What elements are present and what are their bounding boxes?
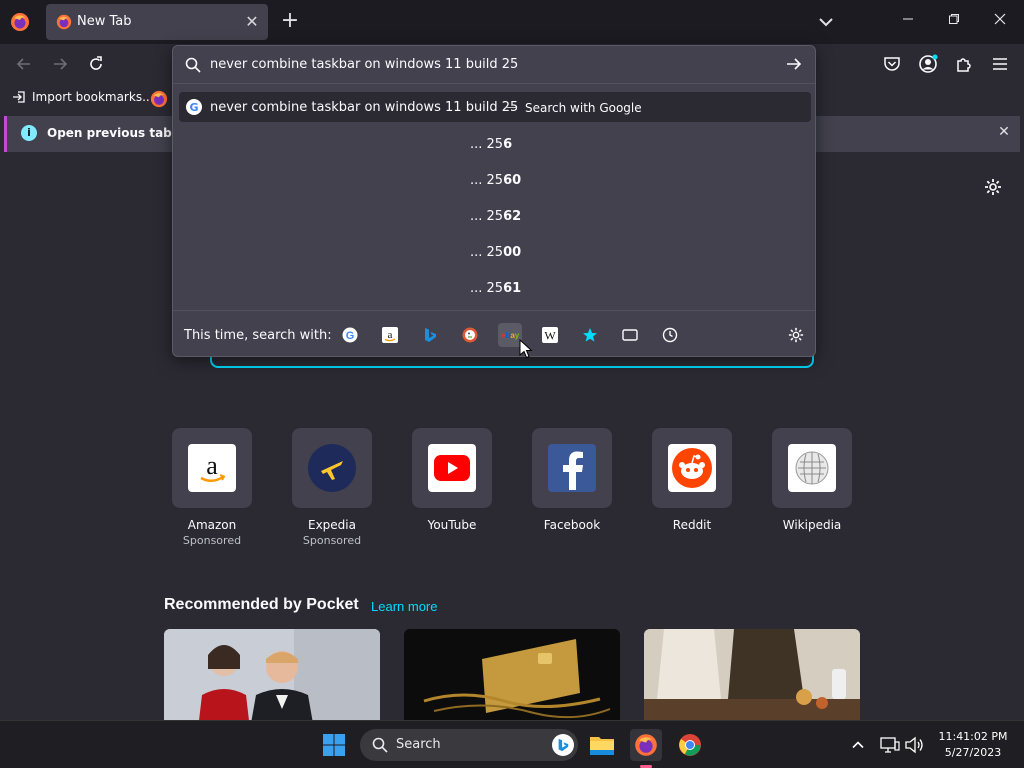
learn-more-link[interactable]: Learn more: [371, 599, 437, 614]
import-icon: [13, 91, 25, 103]
svg-text:ebay: ebay: [501, 331, 519, 340]
url-input[interactable]: never combine taskbar on windows 11 buil…: [210, 57, 518, 72]
taskbar-search-box[interactable]: Search: [360, 729, 578, 761]
top-site-facebook[interactable]: Facebook: [522, 428, 622, 532]
suggestion-item[interactable]: ... 2562: [470, 209, 590, 224]
volume-icon[interactable]: [898, 729, 930, 761]
suggestion-action-hint: Search with Google: [525, 101, 642, 115]
svg-text:W: W: [544, 329, 556, 343]
one-off-search-bar: This time, search with: G a ebay W: [173, 310, 815, 356]
top-site-wikipedia[interactable]: Wikipedia: [762, 428, 862, 532]
people-photo: [164, 629, 380, 720]
personalize-gear-icon[interactable]: [984, 178, 1002, 196]
url-bar[interactable]: never combine taskbar on windows 11 buil…: [173, 46, 815, 84]
top-site-reddit[interactable]: Reddit: [642, 428, 742, 532]
clock-time: 11:41:02 PM: [938, 730, 1008, 743]
top-site-expedia[interactable]: Expedia Sponsored: [282, 428, 382, 547]
svg-text:a: a: [206, 451, 218, 480]
search-icon: [372, 737, 388, 757]
firefox-view-icon[interactable]: [8, 10, 32, 34]
gold-card-photo: [404, 629, 620, 720]
windows-taskbar: Search 11:41:02 PM 5/27/2023: [0, 720, 1024, 768]
sponsored-label: Sponsored: [182, 534, 242, 547]
suggestion-item[interactable]: ... 2500: [470, 245, 590, 260]
tab-strip: New Tab ✕ +: [0, 0, 1024, 44]
pocket-card[interactable]: [164, 629, 380, 720]
import-bookmarks-label: Import bookmarks...: [32, 90, 154, 104]
firefox-bookmark-icon[interactable]: [150, 90, 168, 108]
menu-icon[interactable]: [988, 52, 1012, 76]
suggestion-separator: —: [505, 100, 517, 114]
bookmarks-star-icon[interactable]: [578, 323, 602, 347]
windows-start-icon[interactable]: [318, 729, 350, 761]
tab-title: New Tab: [77, 14, 132, 29]
system-clock[interactable]: 11:41:02 PM 5/27/2023: [930, 729, 1016, 761]
bing-icon: [552, 734, 574, 756]
pocket-card[interactable]: [404, 629, 620, 720]
reddit-icon: [668, 444, 716, 492]
forward-icon[interactable]: [48, 52, 72, 76]
minimize-button[interactable]: [888, 6, 928, 36]
go-arrow-icon[interactable]: [785, 56, 805, 74]
reload-icon[interactable]: [84, 52, 108, 76]
top-site-amazon[interactable]: a Amazon Sponsored: [162, 428, 262, 547]
chevron-down-icon[interactable]: [814, 10, 838, 34]
top-site-youtube[interactable]: YouTube: [402, 428, 502, 532]
facebook-icon: [548, 444, 596, 492]
file-explorer-icon[interactable]: [586, 729, 618, 761]
duckduckgo-icon[interactable]: [458, 323, 482, 347]
close-notification-icon[interactable]: ✕: [995, 124, 1013, 142]
youtube-icon: [428, 444, 476, 492]
info-icon: i: [21, 125, 37, 141]
suggestion-item[interactable]: ... 2561: [470, 281, 590, 296]
amazon-icon: a: [188, 444, 236, 492]
google-icon: G: [186, 99, 202, 115]
one-off-label: This time, search with:: [184, 328, 332, 343]
top-site-name: YouTube: [427, 518, 477, 532]
tabs-icon[interactable]: [618, 323, 642, 347]
suggestion-item[interactable]: ... 256: [470, 137, 590, 152]
sponsored-label: Sponsored: [302, 534, 362, 547]
suggestion-item[interactable]: ... 2560: [470, 173, 590, 188]
new-tab-button[interactable]: +: [278, 10, 302, 34]
top-site-name: Expedia: [308, 518, 356, 532]
chrome-icon[interactable]: [674, 729, 706, 761]
search-settings-gear-icon[interactable]: [784, 323, 808, 347]
back-icon[interactable]: [12, 52, 36, 76]
pocket-card[interactable]: [644, 629, 860, 720]
extensions-icon[interactable]: [952, 52, 976, 76]
expedia-icon: [308, 444, 356, 492]
top-site-name: Reddit: [672, 518, 712, 532]
wikipedia-icon[interactable]: W: [538, 323, 562, 347]
svg-text:G: G: [346, 330, 355, 342]
cooking-photo: [644, 629, 860, 720]
firefox-taskbar-icon[interactable]: [630, 729, 662, 768]
amazon-icon[interactable]: a: [378, 323, 402, 347]
close-window-button[interactable]: [980, 6, 1020, 36]
pocket-section-title: Recommended by Pocket: [164, 596, 359, 613]
svg-text:a: a: [388, 329, 393, 341]
google-icon[interactable]: G: [338, 323, 362, 347]
import-bookmarks-button[interactable]: Import bookmarks...: [12, 90, 154, 104]
history-icon[interactable]: [658, 323, 682, 347]
tab-new-tab[interactable]: New Tab ✕: [46, 4, 268, 40]
url-bar-dropdown: never combine taskbar on windows 11 buil…: [172, 45, 816, 357]
mouse-cursor-icon: [519, 338, 533, 359]
restore-button[interactable]: [934, 6, 974, 36]
taskbar-search-label: Search: [396, 737, 441, 752]
top-site-name: Facebook: [543, 518, 601, 532]
chevron-up-icon[interactable]: [842, 729, 874, 761]
search-suggestion-google[interactable]: G never combine taskbar on windows 11 bu…: [179, 92, 811, 122]
close-tab-icon[interactable]: ✕: [242, 12, 262, 32]
top-site-name: Amazon: [187, 518, 237, 532]
account-icon[interactable]: [916, 52, 940, 76]
clock-date: 5/27/2023: [944, 746, 1002, 759]
suggestion-query: never combine taskbar on windows 11 buil…: [210, 100, 519, 115]
firefox-icon: [56, 14, 72, 30]
pocket-icon[interactable]: [880, 52, 904, 76]
search-icon: [185, 57, 201, 73]
top-site-name: Wikipedia: [782, 518, 842, 532]
bing-icon[interactable]: [418, 323, 442, 347]
wikipedia-icon: [788, 444, 836, 492]
